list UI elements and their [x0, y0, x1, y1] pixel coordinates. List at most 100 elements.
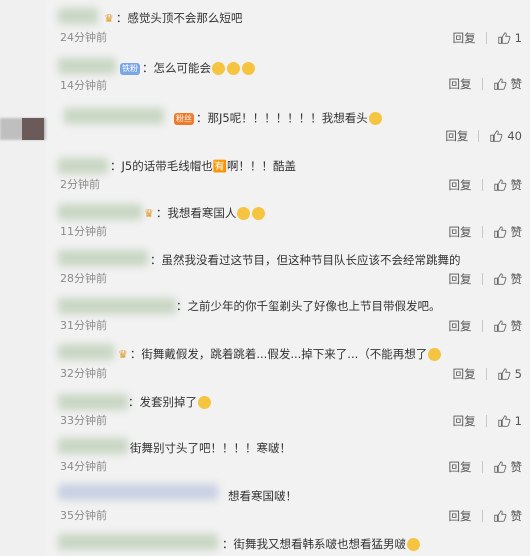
like-button[interactable]: 1 — [497, 30, 522, 46]
username[interactable] — [58, 484, 218, 500]
reply-button[interactable]: 回复 — [449, 271, 472, 287]
reply-button[interactable]: 回复 — [449, 459, 472, 475]
left-edge-avatar — [22, 118, 44, 140]
comment-actions: 回复 1 — [453, 30, 522, 46]
username[interactable] — [58, 158, 108, 174]
laugh-emoji-icon — [227, 62, 240, 75]
hide-emoji-icon — [428, 348, 442, 361]
timestamp: 11分钟前 — [60, 225, 107, 238]
timestamp: 32分钟前 — [60, 367, 107, 380]
reply-button[interactable]: 回复 — [449, 177, 472, 193]
divider — [485, 32, 487, 44]
username[interactable] — [58, 534, 218, 550]
timestamp: 34分钟前 — [60, 460, 107, 473]
thumbs-up-icon — [497, 32, 511, 44]
timestamp: 2分钟前 — [60, 178, 100, 191]
comment-item: 粉丝 ：那J5呢！！！！！！！我想看头 回复 40 — [46, 98, 530, 150]
laugh-emoji-icon — [212, 62, 225, 75]
comment-actions: 回复 40 — [445, 128, 522, 144]
comment-text: ♛ ：街舞戴假发，跳着跳着...假发...掉下来了...（不能再想了 — [118, 346, 442, 363]
reply-button[interactable]: 回复 — [449, 318, 472, 334]
username[interactable] — [58, 394, 128, 410]
thumbs-up-icon — [493, 510, 506, 522]
comment-text: ：J5的话带毛线帽也🈶啊！！！酷盖 — [110, 159, 297, 173]
comment-text: 铁粉 ：怎么可能会 — [120, 60, 256, 76]
divider — [481, 320, 483, 332]
comment-text: ♛ ：我想看寒国人 — [144, 205, 266, 222]
divider — [485, 415, 487, 427]
comment-item: ♛ ：感觉头顶不会那么短吧 24分钟前 回复 1 — [46, 0, 530, 50]
comment-item: ：街舞我又想看韩系啵也想看猛男啵 — [46, 524, 530, 556]
cat-emoji-icon — [198, 396, 211, 409]
timestamp: 14分钟前 — [60, 79, 107, 92]
comment-actions: 回复 赞 — [449, 76, 523, 92]
comment-actions: 回复 5 — [453, 366, 522, 382]
laugh-emoji-icon — [242, 62, 255, 75]
divider — [481, 78, 483, 90]
reply-button[interactable]: 回复 — [445, 128, 468, 144]
timestamp: 24分钟前 — [60, 31, 107, 44]
shock-emoji-icon — [252, 207, 266, 220]
comment-item: ：之前少年的你千玺剃头了好像也上节目带假发吧。 31分钟前 回复 赞 — [46, 290, 530, 336]
timestamp: 35分钟前 — [60, 509, 107, 522]
divider — [481, 179, 483, 191]
divider — [485, 368, 487, 380]
divider — [481, 273, 483, 285]
username[interactable] — [58, 204, 142, 220]
comment-text: ：虽然我没看过这节目，但这种节目队长应该不会经常跳舞的 — [150, 253, 461, 267]
comment-item: ：发套别掉了 33分钟前 回复 1 — [46, 384, 530, 430]
reply-button[interactable]: 回复 — [449, 76, 472, 92]
comment-item: ：虽然我没看过这节目，但这种节目队长应该不会经常跳舞的 28分钟前 回复 赞 — [46, 242, 530, 290]
like-button[interactable]: 赞 — [493, 76, 522, 92]
reply-button[interactable]: 回复 — [449, 508, 472, 524]
cat-emoji-icon — [368, 112, 382, 125]
thumbs-up-icon — [497, 415, 511, 427]
comment-text: ♛ ：感觉头顶不会那么短吧 — [104, 11, 243, 25]
username[interactable] — [58, 344, 114, 360]
thumbs-up-icon — [497, 368, 511, 380]
comment-text: ：发套别掉了 — [128, 394, 212, 410]
comment-actions: 回复 赞 — [449, 459, 523, 475]
like-button[interactable]: 赞 — [493, 271, 522, 287]
fan-badge: 粉丝 — [174, 112, 194, 125]
cat-emoji-icon — [407, 538, 420, 551]
comment-text: ：之前少年的你千玺剃头了好像也上节目带假发吧。 — [176, 299, 441, 313]
like-button[interactable]: 赞 — [493, 459, 522, 475]
timestamp: 33分钟前 — [60, 414, 107, 427]
thumbs-up-icon — [493, 320, 506, 332]
username[interactable] — [58, 58, 116, 74]
reply-button[interactable]: 回复 — [453, 30, 476, 46]
comment-actions: 回复 赞 — [449, 224, 523, 240]
like-button[interactable]: 5 — [497, 366, 522, 382]
username[interactable] — [64, 108, 164, 124]
username[interactable] — [58, 298, 176, 314]
username[interactable] — [58, 8, 98, 24]
like-button[interactable]: 赞 — [493, 177, 522, 193]
like-button[interactable]: 赞 — [493, 318, 522, 334]
sad-emoji-icon — [237, 207, 251, 220]
like-button[interactable]: 40 — [489, 128, 522, 144]
like-button[interactable]: 赞 — [493, 508, 522, 524]
divider — [481, 461, 483, 473]
timestamp: 28分钟前 — [60, 272, 107, 285]
comment-actions: 回复 赞 — [449, 177, 523, 193]
comment-actions: 回复 赞 — [449, 508, 523, 524]
fan-badge: 铁粉 — [120, 62, 140, 75]
like-button[interactable]: 1 — [497, 413, 522, 429]
thumbs-up-icon — [490, 130, 503, 142]
reply-button[interactable]: 回复 — [453, 366, 476, 382]
divider — [481, 510, 483, 522]
reply-button[interactable]: 回复 — [453, 413, 476, 429]
comment-item: ：J5的话带毛线帽也🈶啊！！！酷盖 2分钟前 回复 赞 — [46, 150, 530, 196]
reply-button[interactable]: 回复 — [449, 224, 472, 240]
comment-item: ♛ ：街舞戴假发，跳着跳着...假发...掉下来了...（不能再想了 32分钟前 … — [46, 336, 530, 384]
thumbs-up-icon — [493, 273, 506, 285]
username[interactable] — [58, 438, 128, 454]
comment-item: 铁粉 ：怎么可能会 14分钟前 回复 赞 — [46, 50, 530, 98]
thumbs-up-icon — [493, 226, 506, 238]
comment-actions: 回复 1 — [453, 413, 522, 429]
like-button[interactable]: 赞 — [493, 224, 522, 240]
comment-text: 街舞别寸头了吧！！！！寒啵！ — [130, 441, 291, 455]
username[interactable] — [58, 250, 148, 266]
comment-item: 想看寒国啵！ 35分钟前 回复 赞 — [46, 476, 530, 524]
